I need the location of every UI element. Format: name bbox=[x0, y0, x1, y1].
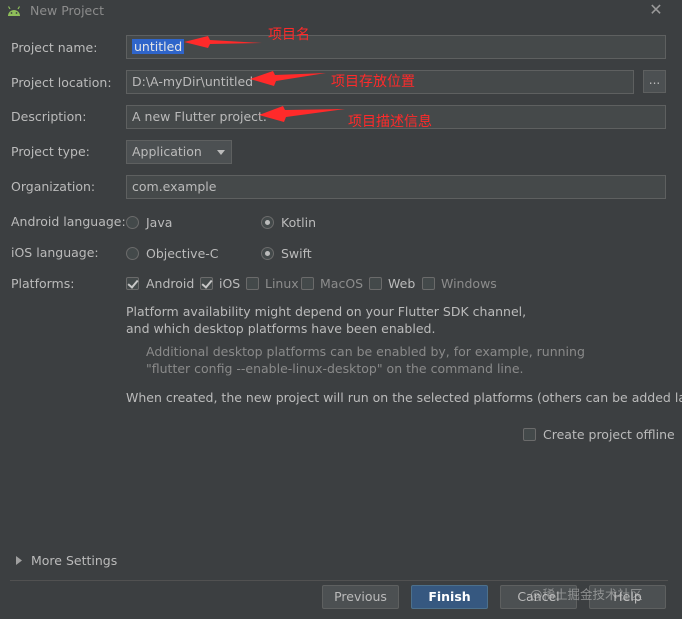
checkbox-create-offline[interactable] bbox=[523, 428, 536, 441]
platforms-label: Platforms: bbox=[11, 276, 75, 291]
checkbox-windows[interactable] bbox=[422, 277, 435, 290]
project-type-value: Application bbox=[132, 144, 202, 159]
android-language-label: Android language: bbox=[11, 214, 126, 229]
radio-java-label: Java bbox=[146, 215, 173, 230]
radio-kotlin-label: Kotlin bbox=[281, 215, 316, 230]
desktop-hint-line1: Additional desktop platforms can be enab… bbox=[146, 344, 585, 359]
android-logo-icon bbox=[7, 6, 21, 16]
create-offline-label: Create project offline bbox=[543, 427, 675, 442]
platform-info-line2: and which desktop platforms have been en… bbox=[126, 321, 436, 336]
annotation-description: 项目描述信息 bbox=[348, 114, 432, 130]
created-info: When created, the new project will run o… bbox=[126, 390, 682, 405]
checkbox-macos-label: MacOS bbox=[320, 276, 364, 291]
checkbox-linux[interactable] bbox=[246, 277, 259, 290]
project-name-value: untitled bbox=[132, 39, 185, 54]
radio-swift[interactable] bbox=[261, 247, 274, 260]
platform-info-line1: Platform availability might depend on yo… bbox=[126, 304, 527, 319]
watermark: @稀土掘金技术社区 bbox=[530, 587, 643, 602]
previous-button[interactable]: Previous bbox=[322, 585, 399, 609]
checkbox-web[interactable] bbox=[369, 277, 382, 290]
checkbox-android-label: Android bbox=[146, 276, 195, 291]
checkbox-linux-label: Linux bbox=[265, 276, 299, 291]
checkbox-ios-label: iOS bbox=[219, 276, 241, 291]
more-settings-label: More Settings bbox=[31, 553, 118, 568]
ios-language-label: iOS language: bbox=[11, 245, 99, 260]
project-type-select[interactable]: Application bbox=[126, 140, 232, 164]
radio-kotlin[interactable] bbox=[261, 216, 274, 229]
checkbox-android[interactable] bbox=[126, 277, 139, 290]
organization-input[interactable]: com.example bbox=[126, 175, 666, 199]
finish-button[interactable]: Finish bbox=[411, 585, 488, 609]
checkbox-windows-label: Windows bbox=[441, 276, 497, 291]
organization-label: Organization: bbox=[11, 179, 96, 194]
title-bar: New Project ✕ bbox=[0, 0, 682, 22]
browse-button[interactable]: ... bbox=[643, 70, 666, 93]
chevron-right-icon bbox=[16, 556, 22, 565]
chevron-down-icon bbox=[217, 150, 225, 155]
checkbox-web-label: Web bbox=[388, 276, 416, 291]
radio-objective-c[interactable] bbox=[126, 247, 139, 260]
project-type-label: Project type: bbox=[11, 144, 90, 159]
divider bbox=[10, 580, 668, 581]
close-icon[interactable]: ✕ bbox=[647, 1, 665, 19]
radio-swift-label: Swift bbox=[281, 246, 312, 261]
more-settings-toggle[interactable]: More Settings bbox=[14, 553, 124, 569]
window-title: New Project bbox=[30, 3, 105, 18]
radio-java[interactable] bbox=[126, 216, 139, 229]
project-location-label: Project location: bbox=[11, 75, 112, 90]
checkbox-macos[interactable] bbox=[301, 277, 314, 290]
radio-objective-c-label: Objective-C bbox=[146, 246, 219, 261]
desktop-hint-line2: "flutter config --enable-linux-desktop" … bbox=[146, 361, 524, 376]
annotation-name: 项目名 bbox=[268, 27, 310, 43]
project-name-input[interactable]: untitled bbox=[126, 35, 666, 59]
checkbox-ios[interactable] bbox=[200, 277, 213, 290]
annotation-location: 项目存放位置 bbox=[331, 74, 415, 90]
description-label: Description: bbox=[11, 109, 87, 124]
project-name-label: Project name: bbox=[11, 40, 98, 55]
